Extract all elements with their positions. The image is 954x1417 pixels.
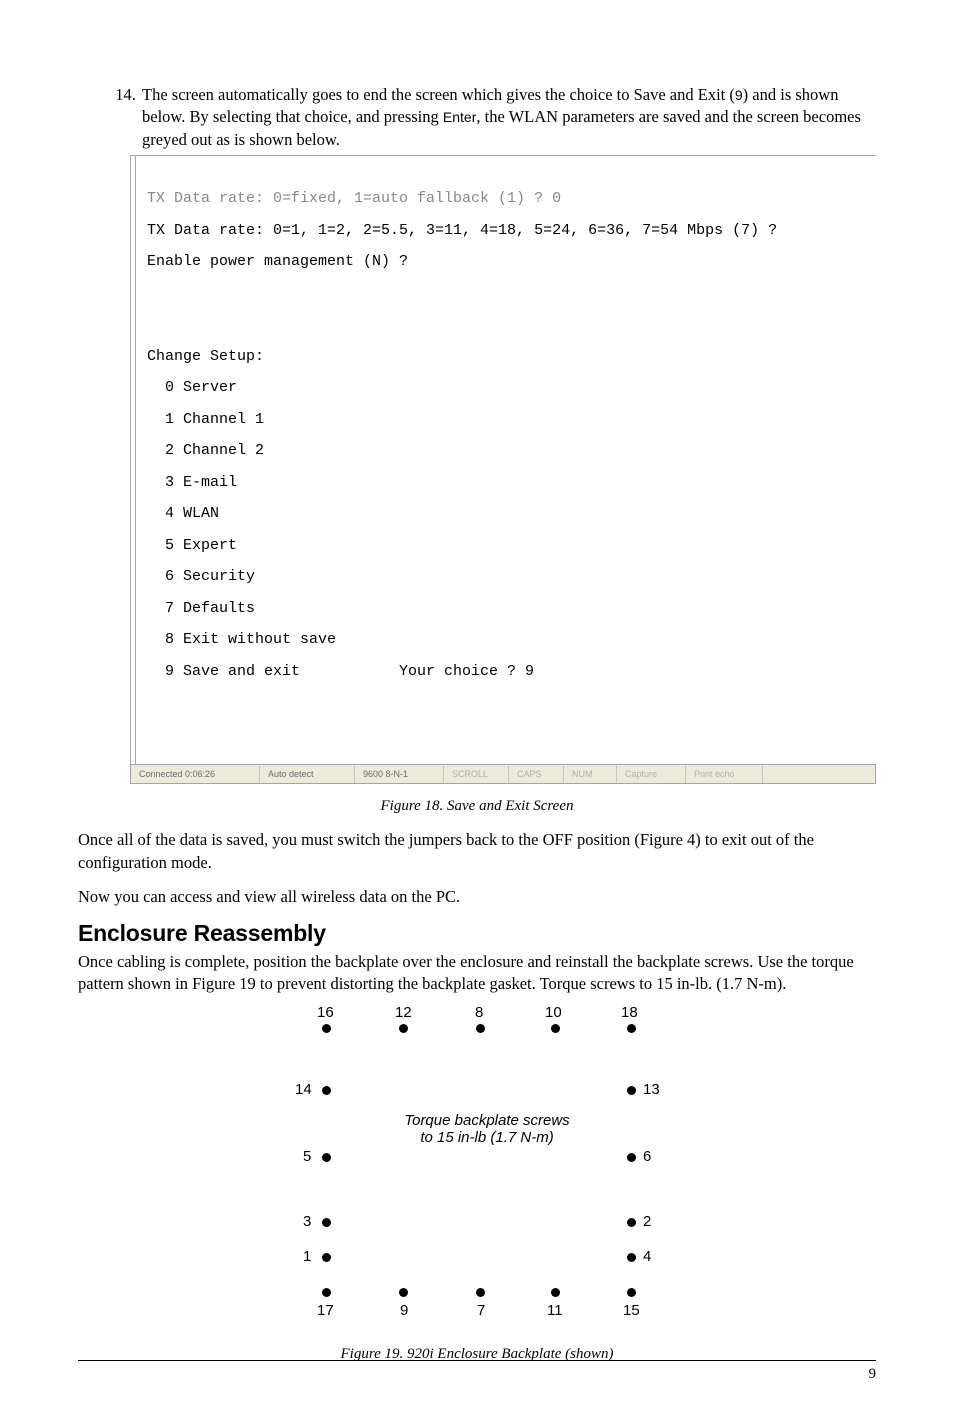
status-baud: 9600 8-N-1 xyxy=(355,765,444,783)
screw-icon xyxy=(322,1024,331,1033)
step-text-a: The screen automatically goes to end the… xyxy=(142,85,735,104)
screw-icon xyxy=(627,1086,636,1095)
status-connected: Connected 0:06:26 xyxy=(131,765,260,783)
key-9: 9 xyxy=(735,87,743,103)
screw-label-17: 17 xyxy=(317,1302,334,1319)
screw-label-7: 7 xyxy=(477,1302,485,1319)
terminal-opt-0: 0 Server xyxy=(147,380,870,396)
screw-label-18: 18 xyxy=(621,1004,638,1021)
step-14: The screen automatically goes to end the… xyxy=(140,84,876,151)
screw-icon xyxy=(627,1253,636,1262)
screw-icon xyxy=(322,1153,331,1162)
screw-label-3: 3 xyxy=(303,1213,311,1230)
screw-icon xyxy=(322,1086,331,1095)
screw-icon xyxy=(399,1024,408,1033)
status-caps: CAPS xyxy=(509,765,564,783)
status-autodetect: Auto detect xyxy=(260,765,355,783)
terminal-blank xyxy=(147,286,870,302)
screw-label-16: 16 xyxy=(317,1004,334,1021)
screw-icon xyxy=(627,1024,636,1033)
paragraph-jumpers: Once all of the data is saved, you must … xyxy=(78,829,876,874)
status-num: NUM xyxy=(564,765,617,783)
terminal-blank xyxy=(147,317,870,333)
terminal-screenshot: TX Data rate: 0=fixed, 1=auto fallback (… xyxy=(130,155,876,785)
screw-label-13: 13 xyxy=(643,1081,660,1098)
screw-icon xyxy=(627,1218,636,1227)
terminal-change-setup: Change Setup: xyxy=(147,349,870,365)
screw-label-6: 6 xyxy=(643,1148,651,1165)
screw-label-2: 2 xyxy=(643,1213,651,1230)
torque-note: Torque backplate screws to 15 in-lb (1.7… xyxy=(382,1112,592,1146)
screw-label-15: 15 xyxy=(623,1302,640,1319)
screw-label-1: 1 xyxy=(303,1248,311,1265)
terminal-line-tx: TX Data rate: 0=1, 1=2, 2=5.5, 3=11, 4=1… xyxy=(147,223,870,239)
paragraph-reassembly: Once cabling is complete, position the b… xyxy=(78,951,876,996)
footer-rule xyxy=(78,1360,876,1361)
screw-label-5: 5 xyxy=(303,1148,311,1165)
status-scroll: SCROLL xyxy=(444,765,509,783)
terminal-opt-6: 6 Security xyxy=(147,569,870,585)
screw-icon xyxy=(322,1288,331,1297)
screw-label-14: 14 xyxy=(295,1081,312,1098)
torque-line-2: to 15 in-lb (1.7 N-m) xyxy=(420,1129,553,1146)
torque-line-1: Torque backplate screws xyxy=(404,1112,569,1129)
screw-icon xyxy=(627,1288,636,1297)
status-capture: Capture xyxy=(617,765,686,783)
screw-label-9: 9 xyxy=(400,1302,408,1319)
terminal-opt-5: 5 Expert xyxy=(147,538,870,554)
terminal-line-pm: Enable power management (N) ? xyxy=(147,254,870,270)
screw-label-10: 10 xyxy=(545,1004,562,1021)
terminal-opt-7: 7 Defaults xyxy=(147,601,870,617)
screw-icon xyxy=(322,1218,331,1227)
screw-icon xyxy=(551,1024,560,1033)
status-printecho: Print echo xyxy=(686,765,763,783)
screw-icon xyxy=(551,1288,560,1297)
terminal-opt-1: 1 Channel 1 xyxy=(147,412,870,428)
backplate-diagram: 16 12 8 10 18 14 13 Torque backplate scr… xyxy=(78,1008,876,1328)
terminal-opt-8: 8 Exit without save xyxy=(147,632,870,648)
status-filler xyxy=(763,765,875,783)
terminal-opt-3: 3 E-mail xyxy=(147,475,870,491)
screw-label-8: 8 xyxy=(475,1004,483,1021)
terminal-opt-9: 9 Save and exit Your choice ? 9 xyxy=(147,664,870,680)
paragraph-access: Now you can access and view all wireless… xyxy=(78,886,876,908)
page-number: 9 xyxy=(869,1366,877,1383)
screw-label-12: 12 xyxy=(395,1004,412,1021)
screw-icon xyxy=(399,1288,408,1297)
step-list: The screen automatically goes to end the… xyxy=(78,84,876,151)
section-heading-enclosure: Enclosure Reassembly xyxy=(78,920,876,947)
screw-icon xyxy=(322,1253,331,1262)
terminal-opt-4: 4 WLAN xyxy=(147,506,870,522)
terminal-opt-2: 2 Channel 2 xyxy=(147,443,870,459)
screw-label-11: 11 xyxy=(547,1302,563,1319)
terminal-grey-line: TX Data rate: 0=fixed, 1=auto fallback (… xyxy=(147,191,870,207)
screw-icon xyxy=(627,1153,636,1162)
screw-icon xyxy=(476,1288,485,1297)
screw-label-4: 4 xyxy=(643,1248,651,1265)
screw-icon xyxy=(476,1024,485,1033)
figure-18-caption: Figure 18. Save and Exit Screen xyxy=(78,798,876,815)
key-enter: Enter xyxy=(443,109,476,125)
terminal-status-bar: Connected 0:06:26 Auto detect 9600 8-N-1… xyxy=(130,765,876,784)
terminal-blank xyxy=(147,695,870,711)
